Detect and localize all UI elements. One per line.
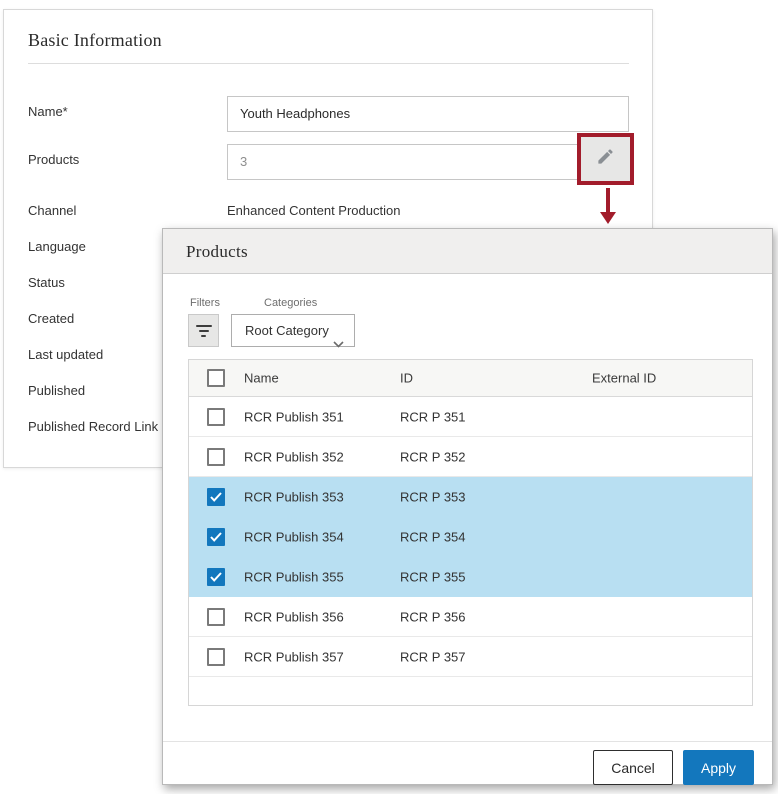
- row-name: RCR Publish 353: [244, 490, 344, 505]
- table-row[interactable]: RCR Publish 356 RCR P 356: [189, 597, 752, 637]
- row-id: RCR P 356: [400, 609, 466, 624]
- row-checkbox[interactable]: [207, 608, 225, 626]
- divider: [28, 63, 629, 64]
- row-checkbox-checked[interactable]: [207, 528, 225, 546]
- status-label: Status: [28, 275, 65, 290]
- root-category-value: Root Category: [245, 323, 329, 338]
- checkmark-icon: [210, 572, 222, 582]
- root-category-dropdown[interactable]: Root Category: [231, 314, 355, 347]
- pencil-icon: [596, 147, 615, 171]
- name-field[interactable]: Youth Headphones: [227, 96, 629, 132]
- row-name: RCR Publish 351: [244, 409, 344, 424]
- row-checkbox-checked[interactable]: [207, 568, 225, 586]
- row-checkbox[interactable]: [207, 408, 225, 426]
- last-updated-label: Last updated: [28, 347, 103, 362]
- table-row[interactable]: RCR Publish 357 RCR P 357: [189, 637, 752, 677]
- row-name: RCR Publish 354: [244, 530, 344, 545]
- edit-products-button[interactable]: [581, 137, 630, 181]
- channel-value: Enhanced Content Production: [227, 203, 400, 218]
- modal-title: Products: [186, 242, 248, 262]
- annotation-highlight-box: [577, 133, 634, 185]
- column-header-id: ID: [400, 371, 413, 386]
- annotation-arrow-head: [600, 212, 616, 224]
- row-id: RCR P 354: [400, 530, 466, 545]
- table-row-selected[interactable]: RCR Publish 353 RCR P 353: [189, 477, 752, 517]
- categories-label: Categories: [264, 297, 317, 309]
- row-id: RCR P 355: [400, 570, 466, 585]
- published-label: Published: [28, 383, 85, 398]
- row-id: RCR P 351: [400, 409, 466, 424]
- created-label: Created: [28, 311, 74, 326]
- products-table: Name ID External ID RCR Publish 351 RCR …: [188, 359, 753, 706]
- table-header-row: Name ID External ID: [189, 360, 752, 397]
- column-header-name: Name: [244, 371, 279, 386]
- table-row-selected[interactable]: RCR Publish 354 RCR P 354: [189, 517, 752, 557]
- checkmark-icon: [210, 532, 222, 542]
- chevron-down-icon: [333, 328, 344, 359]
- filters-label: Filters: [190, 297, 220, 309]
- language-label: Language: [28, 239, 86, 254]
- row-checkbox-checked[interactable]: [207, 488, 225, 506]
- panel-title: Basic Information: [28, 30, 162, 51]
- table-row[interactable]: RCR Publish 351 RCR P 351: [189, 397, 752, 437]
- cancel-button[interactable]: Cancel: [593, 750, 673, 785]
- checkmark-icon: [210, 492, 222, 502]
- row-name: RCR Publish 357: [244, 649, 344, 664]
- row-id: RCR P 353: [400, 490, 466, 505]
- apply-button[interactable]: Apply: [683, 750, 754, 785]
- modal-header: Products: [163, 229, 772, 274]
- row-name: RCR Publish 352: [244, 449, 344, 464]
- products-label: Products: [28, 152, 79, 167]
- row-checkbox[interactable]: [207, 648, 225, 666]
- published-record-link-label: Published Record Link: [28, 419, 158, 434]
- table-row-selected[interactable]: RCR Publish 355 RCR P 355: [189, 557, 752, 597]
- row-checkbox[interactable]: [207, 448, 225, 466]
- filter-button[interactable]: [188, 314, 219, 347]
- products-count-field[interactable]: 3: [227, 144, 579, 180]
- annotation-arrow: [606, 188, 610, 214]
- table-row[interactable]: RCR Publish 352 RCR P 352: [189, 437, 752, 477]
- filter-icon: [196, 325, 212, 337]
- products-modal: Products Filters Categories Root Categor…: [162, 228, 773, 785]
- channel-label: Channel: [28, 203, 76, 218]
- name-label: Name*: [28, 104, 68, 119]
- footer-divider: [163, 741, 772, 742]
- column-header-external-id: External ID: [592, 371, 656, 386]
- row-name: RCR Publish 355: [244, 570, 344, 585]
- select-all-checkbox[interactable]: [207, 369, 225, 387]
- row-id: RCR P 357: [400, 649, 466, 664]
- row-name: RCR Publish 356: [244, 609, 344, 624]
- row-id: RCR P 352: [400, 449, 466, 464]
